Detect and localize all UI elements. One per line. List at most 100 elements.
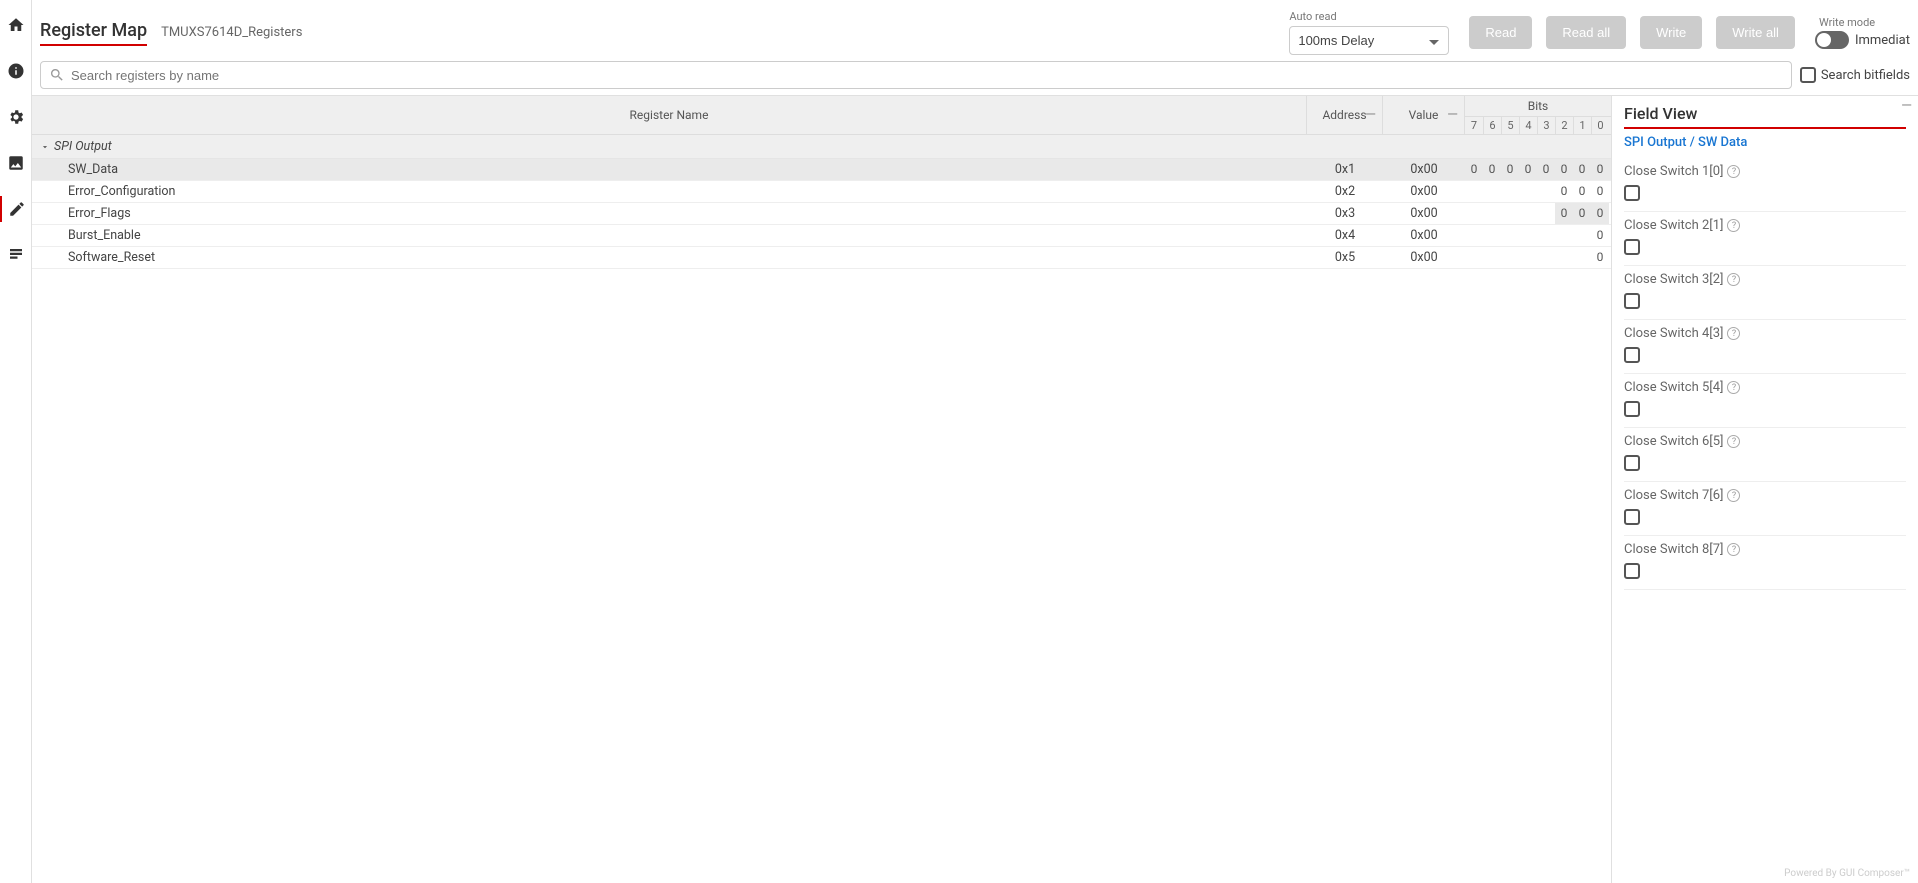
bit-cell[interactable]: 0 — [1591, 247, 1609, 268]
search-input[interactable] — [71, 68, 1783, 83]
sidebar-item-settings[interactable] — [0, 104, 32, 130]
sidebar-item-notes[interactable] — [0, 242, 32, 268]
bit-cell[interactable]: 0 — [1573, 159, 1591, 180]
sidebar-item-home[interactable] — [0, 12, 32, 38]
bit-header-6: 6 — [1483, 117, 1501, 134]
bit-cell[interactable]: . — [1501, 247, 1519, 268]
bit-cell[interactable]: 0 — [1573, 203, 1591, 224]
register-value[interactable]: 0x00 — [1383, 159, 1465, 180]
bit-cell[interactable]: . — [1501, 203, 1519, 224]
bit-cell[interactable]: . — [1519, 225, 1537, 246]
bit-cell[interactable]: . — [1501, 225, 1519, 246]
bit-cell[interactable]: . — [1555, 247, 1573, 268]
bit-cell[interactable]: 0 — [1555, 159, 1573, 180]
bit-header-2: 2 — [1555, 117, 1573, 134]
bit-cell[interactable]: 0 — [1555, 181, 1573, 202]
read-all-button[interactable]: Read all — [1546, 16, 1626, 49]
register-value[interactable]: 0x00 — [1383, 203, 1465, 224]
bit-cell[interactable]: 0 — [1591, 225, 1609, 246]
read-button[interactable]: Read — [1469, 16, 1532, 49]
sidebar-item-image[interactable] — [0, 150, 32, 176]
search-wrap[interactable] — [40, 61, 1792, 89]
register-value[interactable]: 0x00 — [1383, 181, 1465, 202]
bit-cell[interactable]: . — [1465, 225, 1483, 246]
bit-cell[interactable]: . — [1537, 203, 1555, 224]
chevron-down-icon — [40, 142, 50, 152]
auto-read-block: Auto read 100ms Delay — [1289, 10, 1449, 55]
bit-cell[interactable]: . — [1483, 247, 1501, 268]
help-icon[interactable]: ? — [1727, 381, 1740, 394]
register-value[interactable]: 0x00 — [1383, 247, 1465, 268]
bit-cell[interactable]: . — [1483, 181, 1501, 202]
search-bitfields-check[interactable]: Search bitfields — [1800, 67, 1910, 83]
register-address: 0x1 — [1307, 159, 1383, 180]
register-row[interactable]: SW_Data0x10x0000000000 — [32, 159, 1611, 181]
bit-cell[interactable]: 0 — [1555, 203, 1573, 224]
field-checkbox[interactable] — [1624, 239, 1640, 255]
register-bits: .....000 — [1465, 181, 1611, 202]
help-icon[interactable]: ? — [1727, 165, 1740, 178]
register-row[interactable]: Software_Reset0x50x00.......0 — [32, 247, 1611, 269]
field-checkbox[interactable] — [1624, 563, 1640, 579]
write-all-button[interactable]: Write all — [1716, 16, 1795, 49]
bit-cell[interactable]: . — [1519, 203, 1537, 224]
register-address: 0x2 — [1307, 181, 1383, 202]
bit-cell[interactable]: . — [1465, 247, 1483, 268]
bit-cell[interactable]: . — [1573, 225, 1591, 246]
field-view-breadcrumb: SPI Output / SW Data — [1624, 135, 1906, 150]
field-item: Close Switch 8[7]? — [1624, 536, 1906, 590]
help-icon[interactable]: ? — [1727, 219, 1740, 232]
search-icon — [49, 67, 65, 83]
register-address: 0x5 — [1307, 247, 1383, 268]
sidebar-item-info[interactable] — [0, 58, 32, 84]
field-checkbox[interactable] — [1624, 293, 1640, 309]
field-label: Close Switch 6[5]? — [1624, 434, 1906, 449]
bit-cell[interactable]: 0 — [1537, 159, 1555, 180]
write-mode-toggle[interactable] — [1815, 31, 1849, 49]
bit-cell[interactable]: . — [1483, 225, 1501, 246]
bit-cell[interactable]: . — [1519, 181, 1537, 202]
th-value[interactable]: Value— — [1383, 96, 1465, 134]
bit-cell[interactable]: 0 — [1501, 159, 1519, 180]
bit-cell[interactable]: 0 — [1519, 159, 1537, 180]
bit-cell[interactable]: . — [1501, 181, 1519, 202]
auto-read-select[interactable]: 100ms Delay — [1289, 26, 1449, 55]
bit-cell[interactable]: 0 — [1591, 181, 1609, 202]
field-checkbox[interactable] — [1624, 455, 1640, 471]
footer-note: Powered By GUI Composer™ — [1784, 868, 1910, 879]
help-icon[interactable]: ? — [1727, 327, 1740, 340]
field-checkbox[interactable] — [1624, 509, 1640, 525]
bit-cell[interactable]: 0 — [1591, 203, 1609, 224]
bit-cell[interactable]: . — [1573, 247, 1591, 268]
register-row[interactable]: Error_Flags0x30x00.....000 — [32, 203, 1611, 225]
register-row[interactable]: Burst_Enable0x40x00.......0 — [32, 225, 1611, 247]
bit-cell[interactable]: . — [1519, 247, 1537, 268]
bit-cell[interactable]: . — [1465, 203, 1483, 224]
bit-cell[interactable]: . — [1537, 247, 1555, 268]
th-register-name[interactable]: Register Name — [32, 96, 1307, 134]
search-row: Search bitfields — [32, 61, 1918, 95]
register-row[interactable]: Error_Configuration0x20x00.....000 — [32, 181, 1611, 203]
help-icon[interactable]: ? — [1727, 543, 1740, 556]
help-icon[interactable]: ? — [1727, 489, 1740, 502]
bit-cell[interactable]: . — [1537, 181, 1555, 202]
th-address[interactable]: Address— — [1307, 96, 1383, 134]
register-value[interactable]: 0x00 — [1383, 225, 1465, 246]
bit-header-4: 4 — [1519, 117, 1537, 134]
bit-cell[interactable]: 0 — [1465, 159, 1483, 180]
field-checkbox[interactable] — [1624, 401, 1640, 417]
bit-cell[interactable]: 0 — [1591, 159, 1609, 180]
field-checkbox[interactable] — [1624, 185, 1640, 201]
help-icon[interactable]: ? — [1727, 435, 1740, 448]
bit-cell[interactable]: . — [1537, 225, 1555, 246]
bit-cell[interactable]: . — [1555, 225, 1573, 246]
field-checkbox[interactable] — [1624, 347, 1640, 363]
bit-cell[interactable]: . — [1465, 181, 1483, 202]
bit-cell[interactable]: 0 — [1573, 181, 1591, 202]
write-button[interactable]: Write — [1640, 16, 1702, 49]
bit-cell[interactable]: . — [1483, 203, 1501, 224]
bit-cell[interactable]: 0 — [1483, 159, 1501, 180]
sidebar-item-edit[interactable] — [0, 196, 32, 222]
help-icon[interactable]: ? — [1727, 273, 1740, 286]
group-row-spi-output[interactable]: SPI Output — [32, 135, 1611, 159]
